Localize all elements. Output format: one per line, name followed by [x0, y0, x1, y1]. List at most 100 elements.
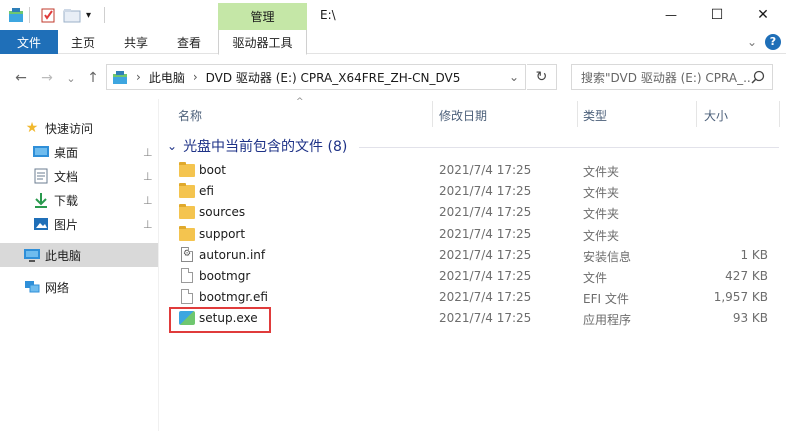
search-placeholder: 搜索"DVD 驱动器 (E:) CPRA_...: [581, 70, 751, 85]
file-row[interactable]: autorun.inf 2021/7/4 17:25 安装信息 1 KB: [159, 245, 786, 266]
folder-icon: [179, 162, 195, 178]
file-row[interactable]: boot 2021/7/4 17:25 文件夹: [159, 160, 786, 181]
file-date: 2021/7/4 17:25: [439, 247, 532, 262]
file-type: 文件夹: [583, 165, 620, 179]
pin-icon[interactable]: ⊥: [143, 194, 153, 207]
tab-home[interactable]: 主页: [58, 30, 108, 54]
breadcrumb-this-pc[interactable]: 此电脑: [149, 69, 185, 86]
properties-icon[interactable]: [40, 5, 56, 25]
highlight-box: [169, 307, 271, 333]
file-size: 1,957 KB: [713, 290, 768, 305]
chevron-down-icon: ⌄: [66, 71, 76, 85]
nav-label: 网络: [45, 280, 70, 295]
file-icon: [179, 268, 195, 284]
up-button[interactable]: ↑: [84, 69, 102, 87]
nav-item-downloads[interactable]: 下载 ⊥: [0, 188, 158, 212]
network-icon: [24, 279, 40, 295]
file-type: 应用程序: [583, 313, 632, 328]
file-row[interactable]: efi 2021/7/4 17:25 文件夹: [159, 181, 786, 202]
computer-icon: [24, 247, 40, 263]
file-name: sources: [199, 205, 246, 220]
column-divider[interactable]: [432, 101, 433, 127]
file-date: 2021/7/4 17:25: [439, 205, 532, 220]
address-history-chevron-icon[interactable]: ⌄: [509, 70, 519, 84]
refresh-icon: ↻: [535, 69, 548, 85]
file-name: bootmgr: [199, 269, 251, 283]
tab-share[interactable]: 共享: [110, 30, 162, 54]
tab-file[interactable]: 文件: [0, 30, 58, 54]
folder-icon: [179, 183, 195, 199]
tab-view[interactable]: 查看: [164, 30, 214, 54]
file-row[interactable]: bootmgr.efi 2021/7/4 17:25 EFI 文件 1,957 KB: [159, 287, 786, 308]
column-header-date[interactable]: 修改日期: [439, 103, 487, 127]
nav-item-desktop[interactable]: 桌面 ⊥: [0, 140, 158, 164]
pictures-icon: [33, 216, 49, 232]
file-row[interactable]: support 2021/7/4 17:25 文件夹: [159, 224, 786, 245]
tab-manage[interactable]: 管理: [218, 3, 307, 30]
download-icon: [33, 192, 49, 208]
nav-item-pictures[interactable]: 图片 ⊥: [0, 212, 158, 236]
forward-arrow-icon: →: [41, 70, 53, 86]
divider: [104, 7, 105, 23]
breadcrumb-dvd-drive[interactable]: DVD 驱动器 (E:) CPRA_X64FRE_ZH-CN_DV5: [206, 69, 461, 86]
nav-item-documents[interactable]: 文档 ⊥: [0, 164, 158, 188]
file-name: efi: [199, 184, 214, 199]
pin-icon[interactable]: ⊥: [143, 218, 153, 231]
group-label: 光盘中当前包含的文件 (8): [183, 139, 348, 155]
file-type: 文件夹: [583, 228, 620, 243]
nav-label: 文档: [54, 169, 79, 184]
sort-indicator-icon: ^: [296, 97, 304, 107]
column-header-size[interactable]: 大小: [704, 103, 728, 127]
file-date: 2021/7/4 17:25: [439, 290, 532, 305]
drive-icon: [112, 69, 128, 85]
minimize-button[interactable]: —: [648, 0, 694, 30]
file-type: 文件夹: [583, 186, 620, 201]
file-name: support: [199, 226, 246, 241]
forward-button[interactable]: →: [38, 69, 56, 87]
quick-access-dropdown-icon[interactable]: ▾: [86, 5, 91, 25]
file-size: 1 KB: [740, 247, 768, 262]
file-icon: [179, 289, 195, 305]
app-icon[interactable]: [8, 5, 24, 25]
file-row[interactable]: sources 2021/7/4 17:25 文件夹: [159, 202, 786, 223]
file-type: EFI 文件: [583, 292, 629, 307]
nav-item-this-pc[interactable]: 此电脑: [0, 243, 158, 267]
address-bar[interactable]: › 此电脑 › DVD 驱动器 (E:) CPRA_X64FRE_ZH-CN_D…: [106, 64, 526, 90]
refresh-button[interactable]: ↻: [527, 64, 557, 90]
close-icon: ✕: [757, 7, 769, 23]
back-arrow-icon: ←: [15, 70, 27, 86]
column-divider[interactable]: [696, 101, 697, 127]
recent-locations-button[interactable]: ⌄: [62, 69, 80, 87]
search-icon: [751, 70, 765, 87]
divider: [29, 7, 30, 23]
expand-ribbon-icon[interactable]: ⌄: [742, 30, 762, 54]
file-type: 文件夹: [583, 207, 620, 222]
breadcrumb-separator-icon: ›: [192, 70, 198, 84]
folder-icon: [179, 204, 195, 220]
column-header-type[interactable]: 类型: [583, 103, 607, 127]
search-input[interactable]: 搜索"DVD 驱动器 (E:) CPRA_...: [571, 64, 773, 90]
file-size: 93 KB: [732, 311, 768, 326]
nav-label: 下载: [54, 193, 79, 208]
file-size: 427 KB: [725, 269, 768, 283]
maximize-icon: ☐: [710, 7, 724, 23]
column-header-name[interactable]: 名称: [178, 103, 202, 127]
column-divider[interactable]: [779, 101, 780, 127]
group-header[interactable]: ⌄ 光盘中当前包含的文件 (8): [167, 136, 347, 156]
help-button[interactable]: ?: [764, 30, 782, 54]
new-folder-icon[interactable]: [63, 5, 81, 25]
column-divider[interactable]: [577, 101, 578, 127]
nav-item-network[interactable]: 网络: [0, 275, 158, 299]
tab-drive-tools[interactable]: 驱动器工具: [218, 30, 307, 55]
close-button[interactable]: ✕: [740, 0, 786, 30]
file-row[interactable]: bootmgr 2021/7/4 17:25 文件 427 KB: [159, 266, 786, 287]
help-icon: ?: [765, 34, 781, 50]
back-button[interactable]: ←: [12, 69, 30, 87]
breadcrumb-separator-icon: ›: [136, 70, 141, 84]
file-name: boot: [199, 163, 227, 177]
pin-icon[interactable]: ⊥: [143, 146, 153, 159]
maximize-button[interactable]: ☐: [694, 0, 740, 30]
pin-icon[interactable]: ⊥: [143, 170, 153, 183]
star-icon: ★: [25, 120, 39, 136]
nav-quick-access[interactable]: ★ 快速访问: [0, 116, 158, 140]
